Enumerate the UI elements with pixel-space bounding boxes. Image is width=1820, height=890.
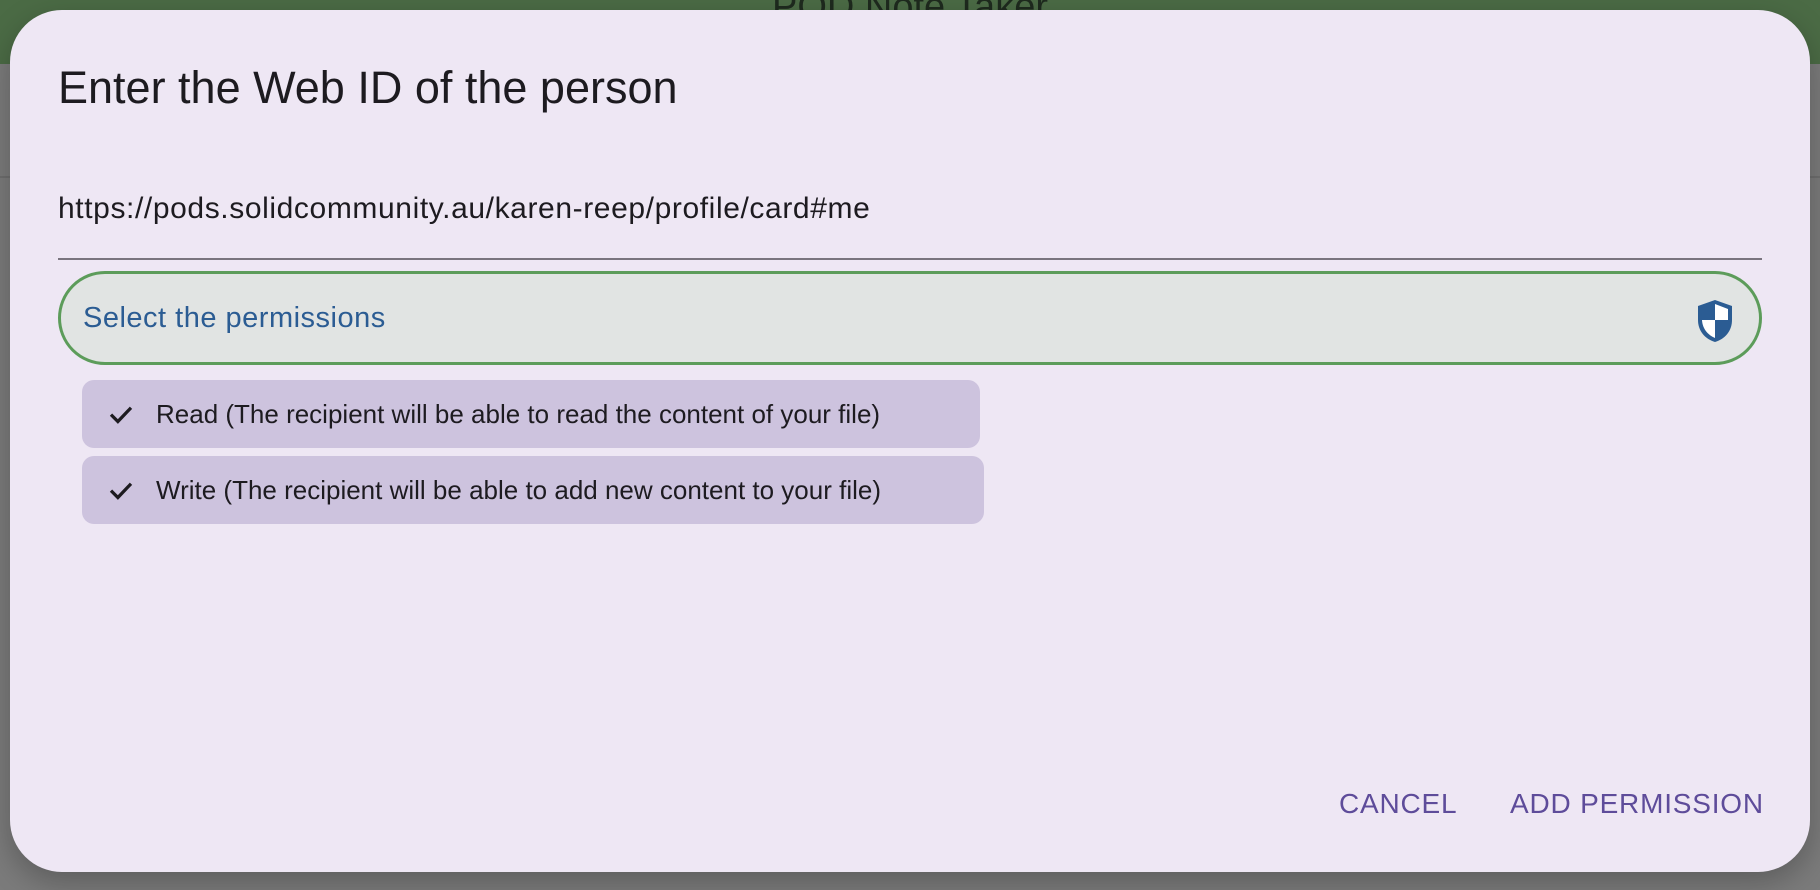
add-permission-button[interactable]: ADD PERMISSION: [1510, 788, 1764, 820]
permission-chip-read[interactable]: Read (The recipient will be able to read…: [82, 380, 980, 448]
permission-chip-label: Write (The recipient will be able to add…: [156, 474, 881, 505]
permission-chip-write[interactable]: Write (The recipient will be able to add…: [82, 456, 984, 524]
shield-icon: [1698, 300, 1732, 342]
add-permission-dialog: Enter the Web ID of the person https://p…: [10, 10, 1810, 872]
webid-value[interactable]: https://pods.solidcommunity.au/karen-ree…: [58, 192, 870, 226]
webid-input[interactable]: https://pods.solidcommunity.au/karen-ree…: [58, 170, 1762, 260]
permission-chip-label: Read (The recipient will be able to read…: [156, 398, 881, 429]
cancel-button[interactable]: CANCEL: [1339, 788, 1457, 820]
permissions-placeholder: Select the permissions: [83, 302, 386, 334]
permissions-select[interactable]: Select the permissions: [58, 271, 1762, 365]
check-icon: [109, 406, 133, 424]
check-icon: [109, 482, 133, 500]
dialog-title: Enter the Web ID of the person: [58, 62, 678, 113]
